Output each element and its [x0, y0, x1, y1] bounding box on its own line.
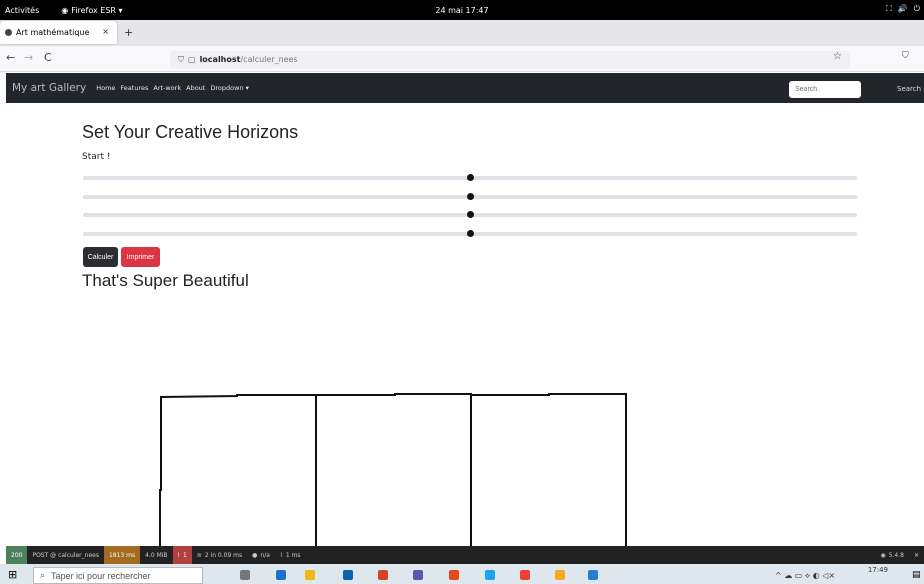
nav-link-features[interactable]: Features	[120, 84, 148, 92]
debug-errors[interactable]: ! 1	[172, 546, 192, 564]
slider-thumb[interactable]	[466, 174, 474, 181]
file-explorer-icon[interactable]	[305, 570, 315, 580]
nav-dropdown[interactable]: Dropdown ▾	[210, 84, 249, 92]
tab-strip	[0, 20, 924, 46]
back-icon[interactable]: ←	[6, 51, 15, 64]
shield-icon: ⛉	[178, 54, 184, 64]
site-navbar: My art Gallery Home Features Art-work Ab…	[6, 73, 924, 103]
range-slider[interactable]	[83, 230, 857, 237]
reload-icon[interactable]: C	[44, 51, 52, 64]
task-view-icon[interactable]	[240, 570, 250, 580]
edge-icon[interactable]	[276, 570, 286, 580]
nav-link-art-work[interactable]: Art-work	[153, 84, 181, 92]
volume-icon: 🔊	[897, 4, 908, 13]
page-title: Set Your Creative Horizons	[82, 122, 299, 142]
tab-title: Art mathématique	[16, 28, 90, 37]
print-button[interactable]: Imprimer	[121, 247, 160, 267]
nav-link-home[interactable]: Home	[96, 84, 115, 92]
browser-tab[interactable]: Art mathématique ×	[0, 21, 117, 44]
windows-start-icon[interactable]: ⊞	[8, 568, 17, 581]
debug-memory[interactable]: 4.0 MiB	[140, 546, 172, 564]
url-bar[interactable]: ⛉ ▢ localhost /calculer_nees	[170, 51, 850, 68]
site-brand[interactable]: My art Gallery	[12, 82, 86, 94]
system-tray-icons[interactable]: ^ ☁ ▭ ⟡ ◐ ◁×	[775, 571, 835, 581]
debug-status[interactable]: 200	[6, 546, 28, 564]
nav-link-about[interactable]: About	[186, 84, 205, 92]
debug-twig-value: 1 ms	[285, 551, 301, 559]
tab-close-icon[interactable]: ×	[102, 27, 109, 36]
calculate-button[interactable]: Calculer	[83, 247, 118, 267]
url-host: localhost	[199, 55, 241, 64]
app-menu[interactable]: ◉ Firefox ESR ▾	[61, 6, 122, 15]
debug-route[interactable]: POST @ calculer_nees	[27, 546, 104, 564]
search-icon: ⌕	[40, 570, 46, 580]
range-slider[interactable]	[83, 211, 857, 218]
debug-time[interactable]: 1813 ms	[103, 546, 141, 564]
bookmark-star-icon[interactable]: ☆	[833, 51, 842, 62]
user-icon: ●	[252, 551, 258, 559]
network-icon: ⛶	[886, 4, 892, 13]
slider-thumb[interactable]	[466, 193, 474, 200]
page-icon: ▢	[188, 55, 196, 64]
debug-error-count: 1	[182, 551, 187, 559]
debug-toolbar: 200 POST @ calculer_nees 1813 ms 4.0 MiB…	[6, 546, 924, 564]
tab-favicon-icon	[5, 29, 12, 36]
debug-version[interactable]: ◉ 5.4.8	[875, 546, 909, 564]
debug-user-value: n/a	[260, 551, 270, 559]
system-tray[interactable]: ⛶ 🔊 ⏻	[886, 4, 920, 14]
office-icon[interactable]	[378, 570, 388, 580]
app-menu-label: Firefox ESR ▾	[71, 5, 123, 15]
chrome-icon[interactable]	[520, 570, 530, 580]
firefox-icon: ◉	[61, 5, 69, 15]
slider-thumb[interactable]	[466, 230, 474, 237]
debug-version-value: 5.4.8	[888, 551, 904, 559]
url-path: /calculer_nees	[240, 55, 298, 64]
app-icon[interactable]	[485, 570, 495, 580]
result-heading: That's Super Beautiful	[82, 271, 249, 290]
art-frame-1	[159, 394, 317, 550]
word-icon[interactable]	[588, 570, 598, 580]
symfony-icon: ◉	[880, 551, 886, 559]
art-frame-3	[471, 393, 627, 550]
activities-button[interactable]: Activités	[5, 6, 39, 15]
power-icon: ⏻	[913, 4, 920, 13]
range-slider[interactable]	[83, 193, 857, 200]
twig-icon: ⌇	[279, 551, 283, 559]
search-button[interactable]: Search	[897, 85, 921, 93]
debug-twig[interactable]: ⌇ 1 ms	[275, 546, 306, 564]
taskbar-clock[interactable]: 17:49	[868, 566, 888, 574]
notification-icon[interactable]: ▤	[912, 570, 921, 580]
search-input[interactable]	[789, 81, 861, 98]
forward-icon[interactable]: →	[24, 51, 33, 64]
generated-artwork	[159, 393, 627, 550]
store-icon[interactable]	[343, 570, 353, 580]
new-tab-button[interactable]: +	[124, 26, 133, 39]
sticky-icon[interactable]	[555, 570, 565, 580]
system-top-bar: Activités ◉ Firefox ESR ▾ 24 mai 17:47 ⛶…	[0, 0, 924, 20]
range-slider[interactable]	[83, 174, 857, 181]
error-icon: !	[177, 551, 180, 559]
art-frame-2	[316, 393, 472, 550]
browser-navbar: ← → C ⛉ ▢ localhost /calculer_nees ☆ ⛉	[0, 46, 924, 72]
taskbar-search[interactable]: ⌕ Taper ici pour rechercher	[33, 567, 203, 584]
firefox-taskbar-icon[interactable]	[449, 570, 459, 580]
cache-icon: ≋	[196, 551, 202, 559]
debug-cache-value: 2 in 0.09 ms	[204, 551, 243, 559]
debug-user[interactable]: ● n/a	[247, 546, 275, 564]
system-clock[interactable]: 24 mai 17:47	[0, 6, 924, 15]
start-label: Start !	[82, 152, 111, 162]
debug-cache[interactable]: ≋ 2 in 0.09 ms	[192, 546, 247, 564]
teams-icon[interactable]	[413, 570, 423, 580]
pocket-icon[interactable]: ⛉	[902, 51, 909, 61]
taskbar-search-placeholder: Taper ici pour rechercher	[51, 570, 151, 581]
debug-close-icon[interactable]: ✕	[909, 546, 924, 564]
slider-thumb[interactable]	[466, 211, 474, 218]
